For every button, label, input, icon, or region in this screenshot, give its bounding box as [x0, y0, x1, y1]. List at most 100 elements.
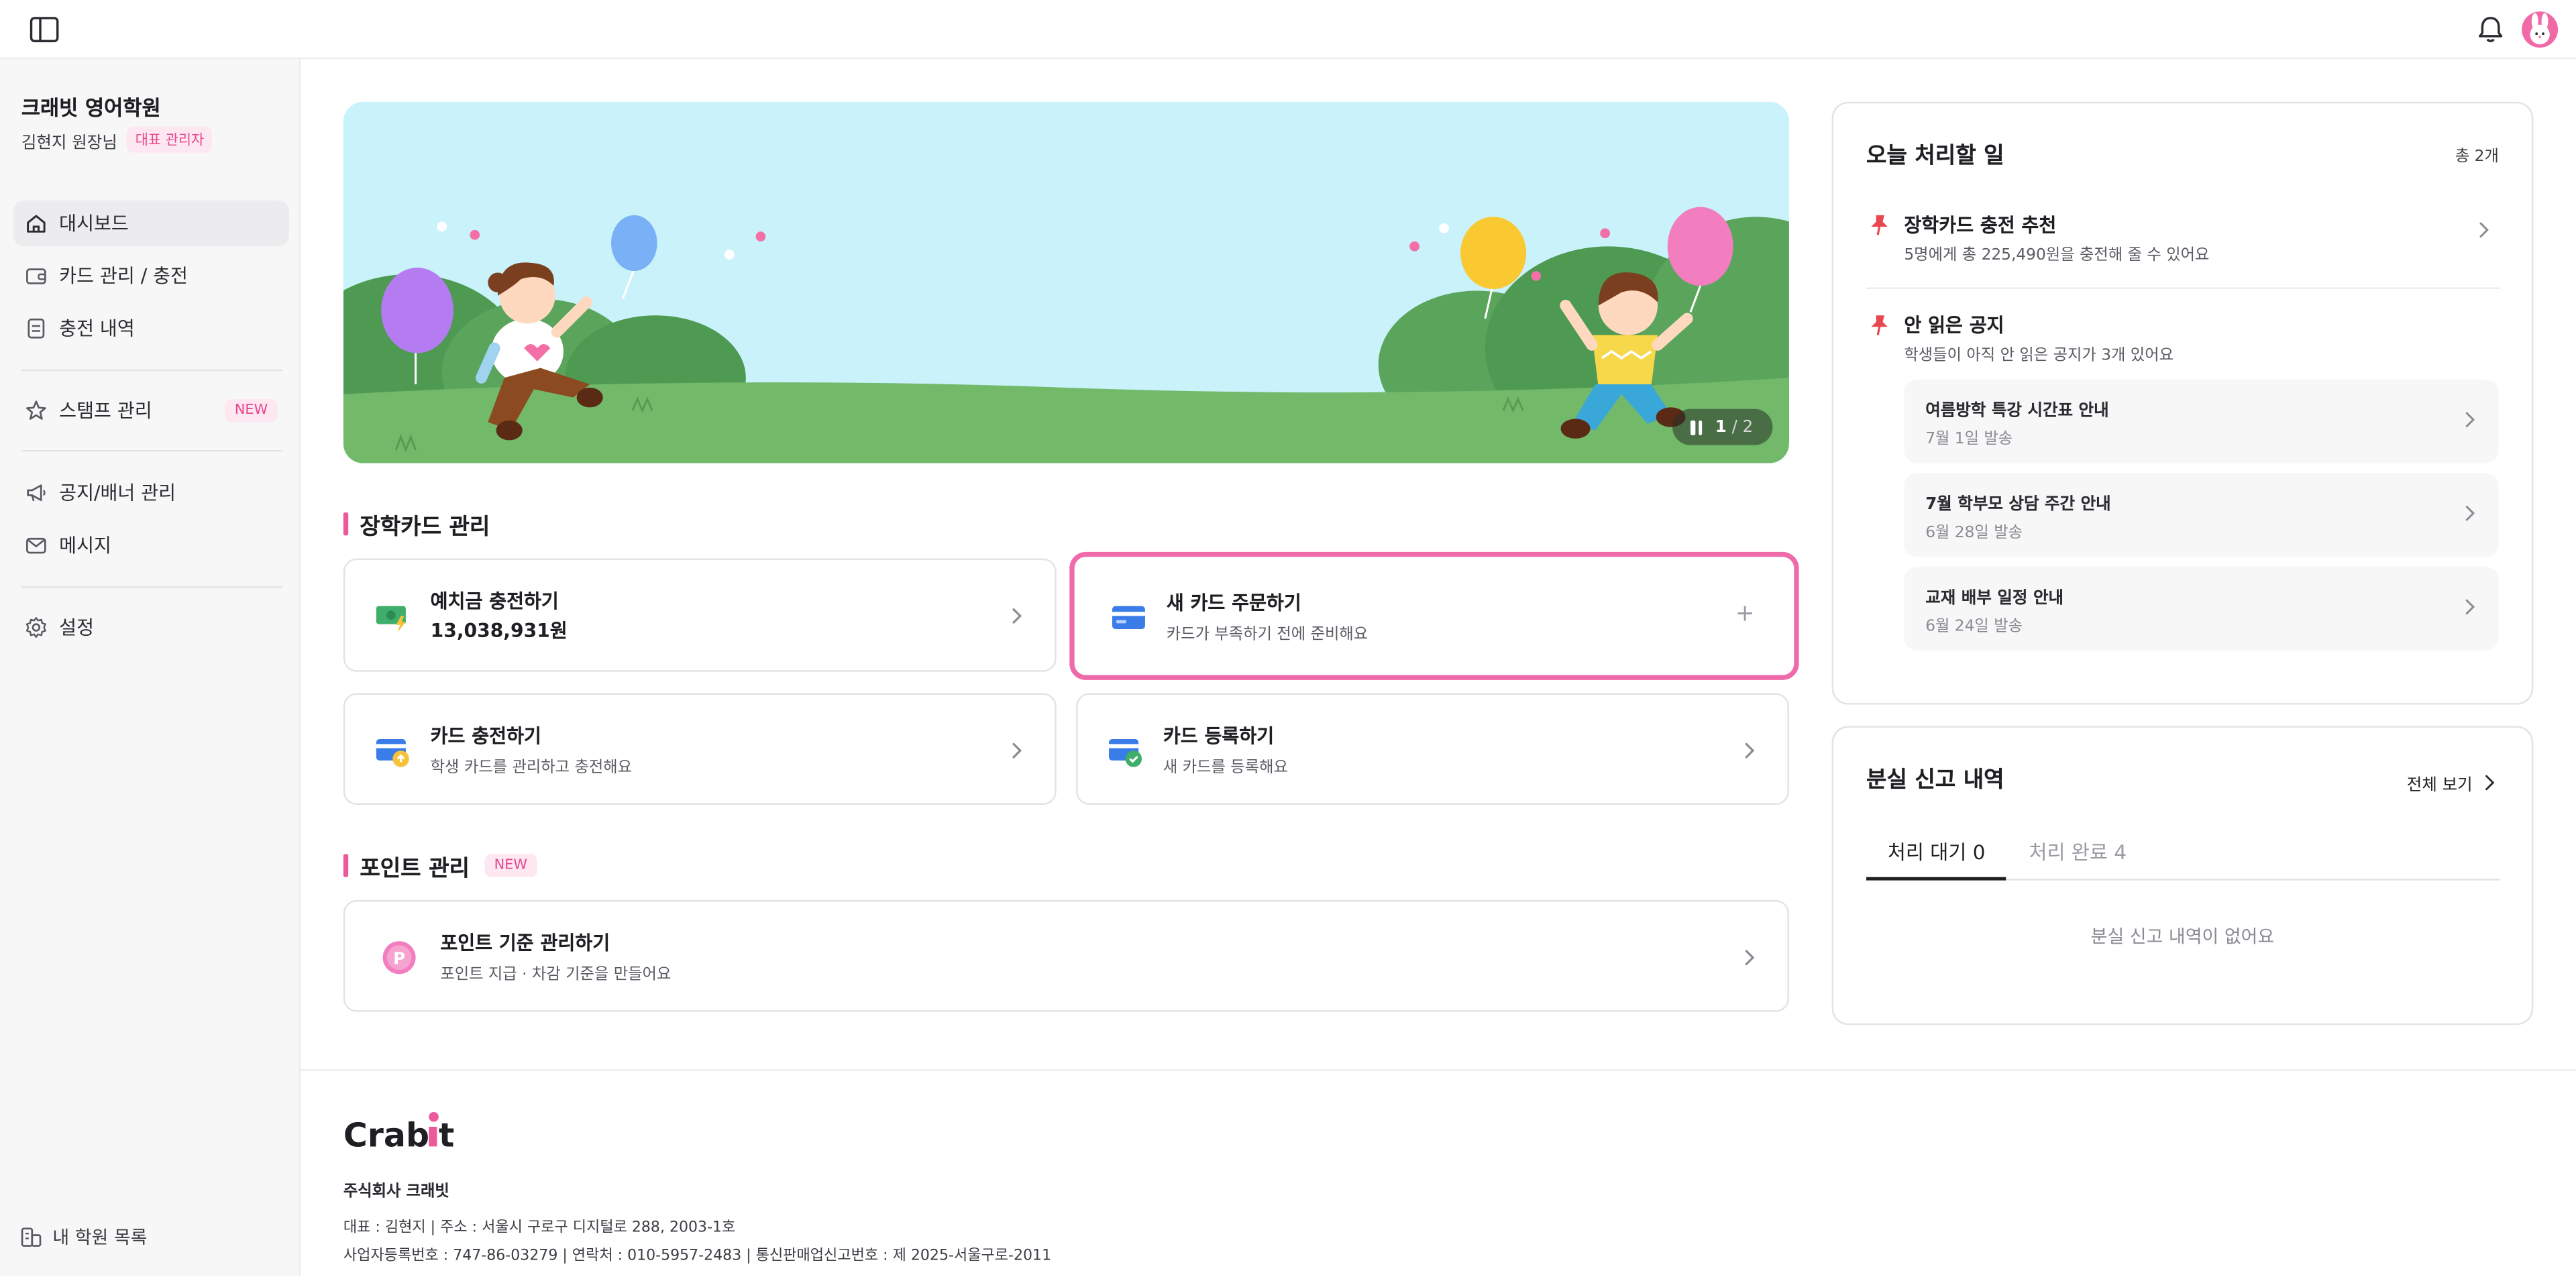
sidebar-toggle-icon[interactable] [30, 16, 59, 42]
chevron-right-icon [1012, 608, 1022, 624]
sidebar-item-charge-history[interactable]: 충전 내역 [13, 306, 289, 352]
role-badge: 대표 관리자 [127, 126, 213, 153]
user-avatar[interactable] [2522, 11, 2559, 48]
panel-title: 분실 신고 내역 [1866, 767, 2004, 793]
pause-icon[interactable] [1690, 419, 1703, 435]
notice-title: 교재 배부 일정 안내 [1925, 590, 2064, 608]
notice-item[interactable]: 여름방학 특강 시간표 안내 7월 1일 발송 [1904, 379, 2499, 463]
svg-text:Crab: Crab [343, 1116, 429, 1154]
task-count: 총 2개 [2455, 148, 2499, 166]
chevron-right-icon [2485, 775, 2495, 791]
card-subtitle: 새 카드를 등록해요 [1163, 759, 1288, 777]
academy-name: 크래빗 영어학원 [21, 95, 161, 120]
notice-item[interactable]: 교재 배부 일정 안내 6월 24일 발송 [1904, 566, 2499, 651]
card-subtitle: 카드가 부족하기 전에 준비해요 [1166, 626, 1368, 645]
card-subtitle: 포인트 지급 · 차감 기준을 만들어요 [440, 966, 672, 984]
banner-total: / 2 [1731, 418, 1754, 437]
sidebar-item-notices[interactable]: 공지/배너 관리 [13, 469, 289, 516]
task-subtitle: 학생들이 아직 안 읽은 공지가 3개 있어요 [1904, 346, 2174, 365]
rabbit-avatar [2530, 13, 2550, 45]
view-all-link[interactable]: 전체 보기 [2407, 771, 2496, 795]
chevron-right-icon [1745, 742, 1755, 759]
company-name: 주식회사 크래빗 [343, 1182, 449, 1201]
pin-icon [1871, 315, 1888, 335]
star-icon [26, 400, 46, 420]
sidebar-item-dashboard[interactable]: 대시보드 [13, 200, 290, 247]
card-title: 예치금 충전하기 [430, 590, 559, 613]
lost-report-tabs: 처리 대기 0 처리 완료 4 [1866, 830, 2501, 881]
task-title: 장학카드 충전 추천 [1904, 213, 2057, 237]
tab-pending[interactable]: 처리 대기 0 [1866, 830, 2007, 881]
receipt-icon [28, 318, 45, 339]
card-title: 카드 등록하기 [1163, 724, 1275, 748]
hero-banner[interactable] [343, 101, 1789, 463]
card-title: 포인트 기준 관리하기 [440, 931, 610, 954]
app-root: 크래빗 영어학원 김현지 원장님 대표 관리자 대시보드 카드 관리 / 충전 … [0, 0, 2576, 1276]
owner-name: 김현지 원장님 [21, 133, 117, 152]
bell-icon[interactable] [2474, 13, 2507, 46]
panel-title: 오늘 처리할 일 [1866, 143, 2004, 170]
task-scholarship-recommend[interactable]: 장학카드 충전 추천 5명에게 총 225,490원을 충전해 줄 수 있어요 [1866, 212, 2500, 265]
mail-icon [26, 537, 46, 554]
sidebar-item-label: 설정 [59, 616, 95, 639]
tab-completed[interactable]: 처리 완료 4 [2008, 830, 2148, 881]
deposit-balance: 13,038,931원 [430, 619, 568, 643]
card-register-card[interactable]: 카드 등록하기 새 카드를 등록해요 [1076, 693, 1789, 806]
sidebar-item-settings[interactable]: 설정 [13, 604, 289, 651]
sidebar: 크래빗 영어학원 김현지 원장님 대표 관리자 대시보드 카드 관리 / 충전 … [0, 59, 301, 1276]
point-p-icon: P [382, 941, 416, 975]
card-check-icon [1109, 739, 1142, 767]
deposit-charge-card[interactable]: 예치금 충전하기 13,038,931원 [343, 558, 1057, 672]
sidebar-item-stamps[interactable]: 스탬프 관리 NEW [13, 388, 289, 434]
card-subtitle: 학생 카드를 관리하고 충전해요 [430, 759, 633, 777]
business-info-line: 사업자등록번호 : 747-86-03279 | 연락처 : 010-5957-… [343, 1248, 1052, 1265]
business-info-line: 대표 : 김현지 | 주소 : 서울시 구로구 디지털로 288, 2003-1… [343, 1220, 736, 1237]
plus-icon: + [1735, 601, 1755, 628]
card-charge-card[interactable]: 카드 충전하기 학생 카드를 관리하고 충전해요 [343, 693, 1057, 806]
notice-item[interactable]: 7월 학부모 상담 주간 안내 6월 28일 발송 [1904, 473, 2499, 557]
today-tasks-panel: 오늘 처리할 일 총 2개 장학카드 충전 추천 5명에게 총 225,490원… [1831, 101, 2534, 705]
card-title: 새 카드 주문하기 [1166, 591, 1301, 614]
svg-text:t: t [439, 1116, 454, 1154]
wallet-icon [26, 268, 46, 284]
sidebar-item-label: 대시보드 [59, 211, 129, 235]
points-section-title: 포인트 관리 NEW [343, 849, 537, 882]
view-all-label: 전체 보기 [2406, 777, 2473, 795]
card-title: 카드 충전하기 [430, 724, 541, 748]
chevron-right-icon [1745, 950, 1755, 966]
section-title-text: 장학카드 관리 [360, 514, 490, 541]
sidebar-item-messages[interactable]: 메시지 [13, 522, 289, 569]
chevron-right-icon [1012, 742, 1022, 759]
sidebar-item-label: 메시지 [59, 533, 111, 557]
gear-icon [25, 617, 46, 638]
banner-current: 1 [1715, 418, 1727, 437]
order-new-card-card[interactable]: 새 카드 주문하기 카드가 부족하기 전에 준비해요 + [1069, 551, 1799, 680]
scholarship-section-title: 장학카드 관리 [343, 508, 490, 541]
banner-pager[interactable]: 1 / 2 [1672, 408, 1773, 445]
point-rules-card[interactable]: P 포인트 기준 관리하기 포인트 지급 · 차감 기준을 만들어요 [343, 900, 1789, 1012]
empty-state-text: 분실 신고 내역이 없어요 [2090, 926, 2275, 948]
my-academies-label: 내 학원 목록 [52, 1227, 148, 1249]
notice-date: 6월 24일 발송 [1925, 617, 2023, 636]
sidebar-item-label: 스탬프 관리 [59, 399, 152, 423]
card-charge-icon [376, 739, 409, 767]
nav-divider [21, 450, 283, 452]
megaphone-icon [27, 484, 46, 502]
banner-counter: 1 / 2 [1715, 418, 1754, 436]
footer: Crab t 주식회사 크래빗 대표 : 김현지 | 주소 : 서울시 구로구 … [301, 1069, 2576, 1276]
sidebar-item-label: 충전 내역 [59, 317, 135, 340]
chevron-right-icon [2465, 412, 2475, 427]
new-badge: NEW [225, 399, 278, 423]
banner-illustration [343, 101, 1789, 463]
sidebar-item-card-management[interactable]: 카드 관리 / 충전 [13, 253, 289, 299]
my-academies-link[interactable]: 내 학원 목록 [13, 1215, 148, 1258]
nav-divider [21, 586, 283, 588]
home-icon [27, 215, 46, 233]
task-unread-notices: 안 읽은 공지 학생들이 아직 안 읽은 공지가 3개 있어요 [1866, 312, 2500, 365]
task-subtitle: 5명에게 총 225,490원을 충전해 줄 수 있어요 [1904, 246, 2210, 265]
task-divider [1866, 287, 2501, 290]
pin-icon [1871, 215, 1888, 235]
credit-card-icon [1112, 606, 1145, 629]
top-bar [0, 0, 2576, 60]
section-accent-bar [343, 512, 349, 536]
